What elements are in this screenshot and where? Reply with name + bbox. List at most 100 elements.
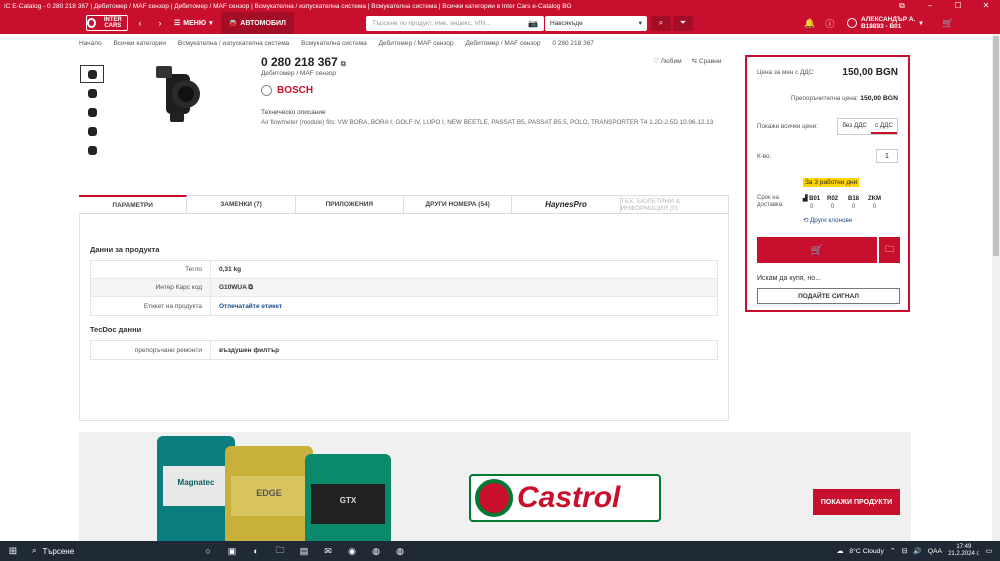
search-input[interactable]: Търсене по продукт, име, индекс, VIN... 📷: [365, 15, 544, 31]
print-label-link[interactable]: Отпечатайте етикет: [211, 303, 282, 310]
can-label: EDGE: [256, 488, 282, 498]
toggle-without-vat[interactable]: без ДДС: [838, 119, 871, 134]
copy-icon[interactable]: ⧉: [248, 284, 253, 291]
thumbnail[interactable]: [80, 141, 104, 159]
table-row: Тегло 0,31 kg: [91, 261, 717, 279]
volume-icon[interactable]: 🔊: [913, 547, 921, 555]
chrome-icon[interactable]: ◍: [388, 546, 412, 557]
cart-icon[interactable]: 🛒: [939, 18, 957, 29]
mail-icon[interactable]: ✉: [316, 546, 340, 557]
thumbnail[interactable]: [80, 84, 104, 102]
user-menu[interactable]: АЛЕКСАНДЪР А. B18893 - B01 ▾: [846, 16, 923, 30]
file-explorer-icon[interactable]: 🗀: [268, 543, 292, 559]
bell-icon[interactable]: 🔔: [803, 18, 817, 29]
menu-label: МЕНЮ: [183, 19, 207, 27]
close-button[interactable]: ✕: [972, 0, 1000, 12]
show-products-button[interactable]: ПОКАЖИ ПРОДУКТИ: [813, 489, 900, 515]
toggle-with-vat[interactable]: с ДДС: [871, 119, 897, 134]
ic-code-value: G10WUA: [219, 283, 247, 291]
chrome-icon[interactable]: ◍: [364, 546, 388, 557]
search-icon: ⌕: [658, 18, 664, 27]
maximize-button[interactable]: ☐: [944, 0, 972, 12]
minimize-button[interactable]: –: [916, 0, 944, 12]
thumbnail[interactable]: [80, 65, 104, 83]
compare-link[interactable]: ⇆ Сравни: [692, 57, 722, 65]
favorite-link[interactable]: ♡ Любим: [653, 57, 682, 65]
back-arrow-icon[interactable]: ‹: [132, 18, 148, 28]
add-to-cart-button[interactable]: 🛒: [757, 237, 877, 263]
store-icon[interactable]: ▤: [292, 546, 316, 557]
oil-can-magnatec: Magnatec: [157, 436, 235, 544]
thumbnail[interactable]: [80, 103, 104, 121]
menu-button[interactable]: ☰ МЕНЮ ▾: [174, 19, 213, 28]
window-extension-icon[interactable]: ⧉: [888, 0, 916, 12]
windows-start-icon[interactable]: ⊞: [0, 546, 26, 557]
tab-applications[interactable]: ПРИЛОЖЕНИЯ: [295, 195, 404, 213]
copy-icon[interactable]: ⧉: [341, 61, 346, 68]
report-signal-button[interactable]: ПОДАЙТЕ СИГНАЛ: [757, 288, 900, 304]
breadcrumb-item[interactable]: Дебитомер / MAF сензор: [379, 40, 454, 47]
breadcrumb-item[interactable]: Дебитомер / MAF сензор: [465, 40, 540, 47]
quantity-input[interactable]: 1: [876, 149, 898, 163]
weather-text[interactable]: 8°C Cloudy: [849, 548, 883, 555]
castrol-banner[interactable]: Magnatec EDGE GTX Castrol ПОКАЖИ ПРОДУКТ…: [79, 432, 911, 544]
scrollbar-thumb[interactable]: [993, 36, 999, 256]
tab-haynespro[interactable]: HaynesPro: [512, 195, 621, 213]
search-button[interactable]: ⌕: [650, 15, 671, 31]
search-scope-select[interactable]: Навсякъде ▾: [544, 15, 647, 31]
network-icon[interactable]: ⊟: [902, 547, 908, 555]
vat-toggle[interactable]: без ДДС с ДДС: [837, 118, 898, 135]
tab-tech-bulletins: ТЕХ. БЮЛЕТИНИ & ИНФОРМАЦИЯ (0): [620, 195, 729, 213]
warehouse-qty: 0: [872, 204, 877, 210]
breadcrumb-item: 0 280 218 367: [552, 40, 594, 47]
thumbnail[interactable]: [80, 122, 104, 140]
cortana-icon[interactable]: ○: [196, 546, 220, 556]
section-title-tecdoc: TecDoc данни: [90, 325, 142, 334]
row-key: Тегло: [91, 261, 211, 278]
task-view-icon[interactable]: ▣: [220, 546, 244, 557]
brand-name: BOSCH: [277, 85, 314, 96]
cloud-icon: ☁: [836, 548, 844, 555]
can-label: GTX: [339, 496, 357, 505]
notifications-icon[interactable]: ▭: [986, 547, 992, 555]
inter-cars-logo[interactable]: INTER CARS: [86, 15, 128, 31]
castrol-emblem-icon: [475, 479, 513, 517]
table-row: препоръчани ремонти въздушен филтър: [91, 341, 717, 359]
brand-logo[interactable]: BOSCH: [261, 85, 313, 96]
info-icon[interactable]: ⓘ: [823, 17, 837, 30]
vehicle-label: АВТОМОБИЛ: [240, 19, 286, 27]
user-code: B18893 - B01: [860, 23, 902, 30]
recommended-price-row: Препоръчителна цена: 150,00 BGN: [757, 95, 898, 102]
breadcrumb-item[interactable]: Всмукателна система: [301, 40, 367, 47]
edge-browser-icon[interactable]: ◐: [244, 546, 268, 556]
warehouse-col: ZKM 0: [864, 195, 885, 211]
other-branches-link[interactable]: ⟲ Други клонове: [803, 217, 852, 224]
delivery-badge: За 3 работни дни: [803, 178, 860, 187]
tab-replacements[interactable]: ЗАМЕНКИ (7): [187, 195, 296, 213]
delivery-label: Срок на доставка:: [757, 195, 784, 208]
taskbar-search[interactable]: ⌕ Търсене: [26, 546, 196, 556]
cart-icon: 🛒: [810, 244, 824, 256]
hamburger-icon: ☰: [174, 20, 181, 27]
forward-arrow-icon[interactable]: ›: [152, 18, 168, 28]
tab-other-numbers[interactable]: ДРУГИ НОМЕРА (54): [403, 195, 513, 213]
product-main-image[interactable]: [148, 60, 208, 128]
filter-button[interactable]: ⏷: [672, 15, 693, 31]
clock[interactable]: 17:49 21.2.2024 г.: [948, 544, 979, 558]
add-to-list-button[interactable]: 🗀: [879, 237, 900, 263]
chevron-down-icon: ▾: [209, 20, 213, 27]
net-price-row: Цена за мен с ДДС: 150,00 BGN: [757, 67, 898, 78]
app-icon[interactable]: ◉: [340, 546, 364, 557]
tray-chevron-icon[interactable]: ⌃: [890, 547, 896, 555]
breadcrumb-item[interactable]: Начало: [79, 40, 102, 47]
camera-icon[interactable]: 📷: [528, 19, 538, 28]
product-tabs: ПАРАМЕТРИ ЗАМЕНКИ (7) ПРИЛОЖЕНИЯ ДРУГИ Н…: [79, 195, 729, 214]
tab-parameters[interactable]: ПАРАМЕТРИ: [79, 195, 188, 213]
window-titlebar: IC E-Catalog - 0 280 218 367 | Дебитомер…: [0, 0, 1000, 12]
castrol-wordmark: Castrol: [517, 481, 621, 514]
warehouse-col: R02 0: [822, 195, 843, 211]
language-indicator[interactable]: QAA: [928, 548, 942, 555]
breadcrumb-item[interactable]: Всички категории: [113, 40, 166, 47]
breadcrumb-item[interactable]: Всмукателна / изпускателна система: [178, 40, 289, 47]
vehicle-button[interactable]: 🚘 АВТОМОБИЛ: [220, 12, 294, 34]
